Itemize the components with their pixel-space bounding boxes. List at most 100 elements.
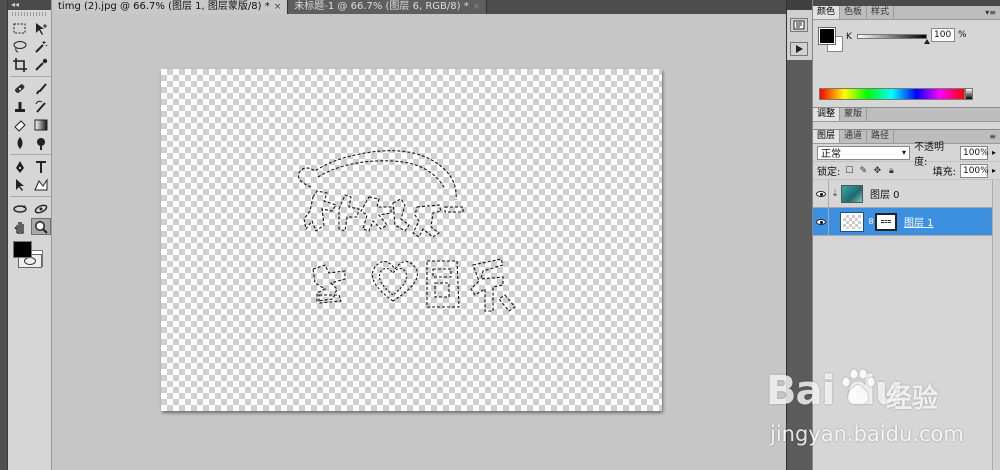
k-channel-input[interactable]: 100	[931, 28, 955, 42]
tool-separator	[10, 154, 51, 155]
left-panel-strip	[0, 0, 8, 470]
tab-adjustments[interactable]: 调整	[813, 108, 841, 121]
document-tab-title: timg (2).jpg @ 66.7% (图层 1, 图层蒙版/8) *	[58, 1, 270, 12]
layers-scrollbar[interactable]	[992, 180, 1000, 470]
collapse-icon[interactable]: ◂◂	[11, 0, 19, 9]
black-white-ramp[interactable]	[965, 88, 973, 100]
history-panel-button[interactable]	[790, 18, 808, 32]
3d-rotate-icon[interactable]	[10, 200, 30, 217]
fill-arrow-icon[interactable]: ▸	[992, 166, 996, 175]
move-icon[interactable]	[31, 20, 51, 37]
gradient-icon[interactable]	[31, 116, 51, 133]
pen-icon[interactable]	[10, 158, 30, 175]
visibility-toggle[interactable]	[813, 207, 829, 236]
eyedropper-icon[interactable]	[31, 56, 51, 73]
layers-panel: 正常 ▾ 不透明度: 100% ▸ 锁定: ☐ ✎ ✥ 🔒︎ 填充: 100% …	[813, 142, 1000, 470]
adjustments-panel	[813, 122, 1000, 130]
path-selection-icon[interactable]	[10, 176, 30, 193]
layer-name[interactable]: 图层 1	[901, 214, 934, 229]
panel-menu-icon[interactable]: ≡	[989, 132, 996, 141]
document-tab-timg[interactable]: timg (2).jpg @ 66.7% (图层 1, 图层蒙版/8) * ×	[52, 0, 289, 14]
tool-grid	[8, 18, 51, 235]
channel-label: K	[846, 32, 852, 42]
custom-shape-icon[interactable]	[31, 176, 51, 193]
tool-separator	[10, 76, 51, 77]
chain-link-icon[interactable]: 8	[867, 217, 875, 226]
tab-paths[interactable]: 路径	[867, 130, 895, 143]
toolbox: ◂◂	[8, 0, 52, 470]
layer-name[interactable]: 图层 0	[867, 186, 900, 201]
eye-icon	[815, 190, 826, 197]
rectangular-marquee-icon[interactable]	[10, 20, 30, 37]
panel-icon-dock	[786, 0, 812, 470]
chevron-down-icon: ▾	[902, 148, 907, 157]
close-icon[interactable]: ×	[473, 0, 481, 14]
visibility-toggle[interactable]	[813, 179, 829, 208]
lock-all-icon[interactable]: 🔒︎	[886, 166, 896, 176]
layer-thumbnail[interactable]	[840, 211, 864, 232]
toolbox-collapse-bar[interactable]: ◂◂	[8, 0, 51, 10]
fill-input[interactable]: 100%	[959, 163, 989, 178]
blur-icon[interactable]	[10, 134, 30, 151]
document-tab-bar: timg (2).jpg @ 66.7% (图层 1, 图层蒙版/8) * × …	[52, 0, 786, 14]
tab-masks[interactable]: 蒙版	[840, 108, 868, 121]
close-icon[interactable]: ×	[274, 0, 282, 14]
k-channel-slider[interactable]	[857, 34, 927, 39]
canvas-workspace[interactable]	[52, 14, 786, 470]
document-canvas[interactable]	[161, 69, 662, 411]
tool-separator	[10, 196, 51, 197]
crop-icon[interactable]	[10, 56, 30, 73]
toolbox-grip[interactable]	[12, 12, 47, 16]
hand-icon[interactable]	[10, 218, 30, 235]
layer-row-0[interactable]: ⇣ 图层 0	[813, 179, 1000, 208]
healing-brush-icon[interactable]	[10, 80, 30, 97]
blend-opacity-row: 正常 ▾ 不透明度: 100% ▸	[813, 142, 1000, 168]
link-icon: ⇣	[831, 188, 839, 199]
panel-menu-icon[interactable]: ▾≡	[985, 8, 996, 17]
marching-ants-selection	[297, 150, 516, 312]
blend-mode-value: 正常	[821, 149, 841, 160]
unit-label: %	[958, 30, 967, 40]
color-panel-tabs: 颜色 色板 样式 ▾≡	[813, 6, 1000, 20]
eraser-icon[interactable]	[10, 116, 30, 133]
3d-orbit-icon[interactable]	[31, 200, 51, 217]
tab-swatches[interactable]: 色板	[840, 6, 868, 19]
burn-icon[interactable]	[31, 134, 51, 151]
tab-layers[interactable]: 图层	[813, 130, 841, 143]
opacity-arrow-icon[interactable]: ▸	[992, 148, 996, 157]
clone-stamp-icon[interactable]	[10, 98, 30, 115]
fill-label: 填充:	[932, 167, 956, 178]
actions-panel-button[interactable]	[790, 42, 808, 56]
dock-collapse-bar[interactable]	[787, 0, 812, 10]
blend-mode-select[interactable]: 正常 ▾	[817, 145, 911, 160]
lock-transparent-icon[interactable]: ☐	[844, 166, 854, 176]
foreground-color-swatch[interactable]	[13, 241, 32, 258]
right-panels: 颜色 色板 样式 ▾≡ K 100 % 调整 蒙版 图层 通道 路径 ≡ 正常 …	[812, 0, 1000, 470]
document-tab-untitled[interactable]: 未标题-1 @ 66.7% (图层 6, RGB/8) * ×	[288, 0, 488, 14]
tab-color[interactable]: 颜色	[813, 6, 841, 19]
lock-paint-icon[interactable]: ✎	[858, 166, 868, 176]
slider-thumb-icon[interactable]	[924, 39, 930, 44]
color-panel-foreground-swatch[interactable]	[818, 27, 836, 45]
mask-selection-icon	[881, 220, 891, 223]
opacity-input[interactable]: 100%	[959, 145, 989, 160]
tab-channels[interactable]: 通道	[840, 130, 868, 143]
layer-mask-thumbnail[interactable]	[875, 212, 897, 231]
tab-styles[interactable]: 样式	[867, 6, 895, 19]
lasso-icon[interactable]	[10, 38, 30, 55]
lock-position-icon[interactable]: ✥	[872, 166, 882, 176]
history-brush-icon[interactable]	[31, 98, 51, 115]
history-icon	[793, 20, 805, 30]
color-spectrum-ramp[interactable]	[819, 88, 965, 100]
lock-label: 锁定:	[817, 167, 841, 178]
color-panel: K 100 %	[813, 20, 1000, 108]
zoom-icon[interactable]	[31, 218, 51, 235]
lock-fill-row: 锁定: ☐ ✎ ✥ 🔒︎ 填充: 100% ▸	[813, 162, 1000, 180]
type-icon[interactable]	[31, 158, 51, 175]
brush-icon[interactable]	[31, 80, 51, 97]
layer-row-1[interactable]: 8 图层 1	[813, 207, 1000, 236]
layer-thumbnail[interactable]	[841, 184, 863, 203]
magic-wand-icon[interactable]	[31, 38, 51, 55]
document-tab-title: 未标题-1 @ 66.7% (图层 6, RGB/8) *	[294, 1, 469, 12]
eye-icon	[815, 218, 826, 225]
